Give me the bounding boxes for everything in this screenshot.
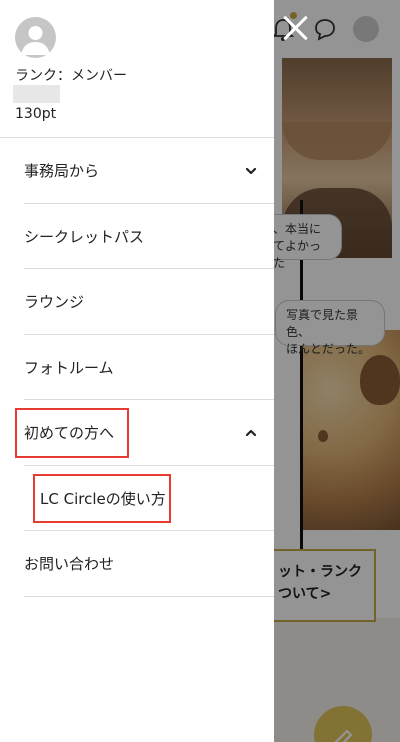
redacted-username xyxy=(13,85,60,103)
menu-item-label: フォトルーム xyxy=(24,358,114,377)
chevron-up-icon[interactable] xyxy=(244,426,258,440)
side-drawer: ランク：メンバー 130pt 事務局から シークレットパス ラウンジ フォトルー… xyxy=(0,0,274,742)
menu-item-photo-room[interactable]: フォトルーム xyxy=(0,335,274,401)
menu-item-first-time[interactable]: 初めての方へ xyxy=(0,400,274,466)
menu-item-lounge[interactable]: ラウンジ xyxy=(0,269,274,335)
menu-item-office[interactable]: 事務局から xyxy=(0,138,274,204)
menu-item-label: ラウンジ xyxy=(24,293,85,312)
menu-item-label: シークレットパス xyxy=(24,227,145,246)
menu-item-contact[interactable]: お問い合わせ xyxy=(0,531,274,597)
user-points: 130pt xyxy=(15,106,57,122)
menu-item-label: 事務局から xyxy=(24,162,100,181)
menu-item-label: 初めての方へ xyxy=(24,424,115,443)
menu-item-label: お問い合わせ xyxy=(24,555,115,574)
menu-item-secret-pass[interactable]: シークレットパス xyxy=(0,204,274,270)
close-icon[interactable] xyxy=(280,12,312,44)
menu-item-label: LC Circleの使い方 xyxy=(40,489,166,508)
drawer-menu: 事務局から シークレットパス ラウンジ フォトルーム 初めての方へ LC Cir… xyxy=(0,138,274,597)
user-avatar-icon xyxy=(15,17,56,58)
menu-item-how-to-use[interactable]: LC Circleの使い方 xyxy=(0,466,274,532)
chevron-down-icon[interactable] xyxy=(244,164,258,178)
user-rank: ランク：メンバー xyxy=(15,68,127,84)
